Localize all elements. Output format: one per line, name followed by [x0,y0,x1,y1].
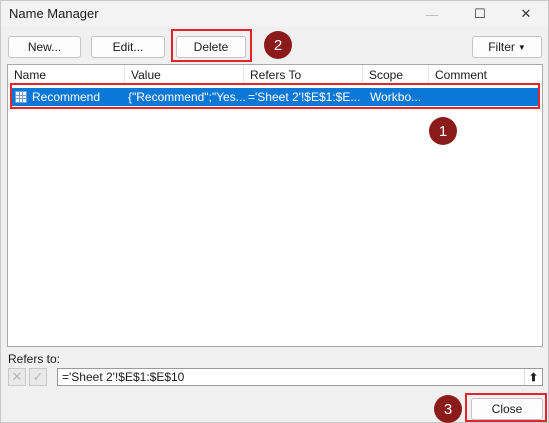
title-bar: Name Manager — ☐ ✕ [1,1,548,27]
highlight-delete [171,29,252,62]
step-marker-2: 2 [264,31,292,59]
close-icon[interactable]: ✕ [503,1,549,27]
window-title: Name Manager [9,6,99,21]
edit-button[interactable]: Edit... [91,36,165,58]
list-header: Name Value Refers To Scope Comment [8,65,542,85]
new-button-label: New... [27,40,62,54]
maximize-icon[interactable]: ☐ [457,1,503,27]
column-header-refers-to[interactable]: Refers To [244,65,363,85]
cancel-edit-icon[interactable]: ✕ [8,368,26,386]
step-marker-1: 1 [429,117,457,145]
collapse-dialog-icon[interactable]: ⬆ [524,369,542,385]
column-header-name[interactable]: Name [8,65,125,85]
accept-edit-icon[interactable]: ✓ [29,368,47,386]
name-manager-dialog: Name Manager — ☐ ✕ New... Edit... Delete… [0,0,549,423]
highlight-row [10,83,540,109]
refers-to-label: Refers to: [8,352,61,366]
caret-down-icon: ▼ [517,42,526,52]
refers-to-input[interactable] [57,368,543,386]
minimize-icon: — [425,6,439,22]
column-header-comment[interactable]: Comment [429,65,542,85]
filter-button-label: Filter [488,40,515,54]
edit-button-label: Edit... [112,40,144,54]
filter-button[interactable]: Filter ▼ [472,36,542,58]
column-header-scope[interactable]: Scope [363,65,429,85]
column-header-value[interactable]: Value [125,65,244,85]
step-marker-3: 3 [434,395,462,423]
new-button[interactable]: New... [8,36,81,58]
highlight-close [465,393,547,422]
